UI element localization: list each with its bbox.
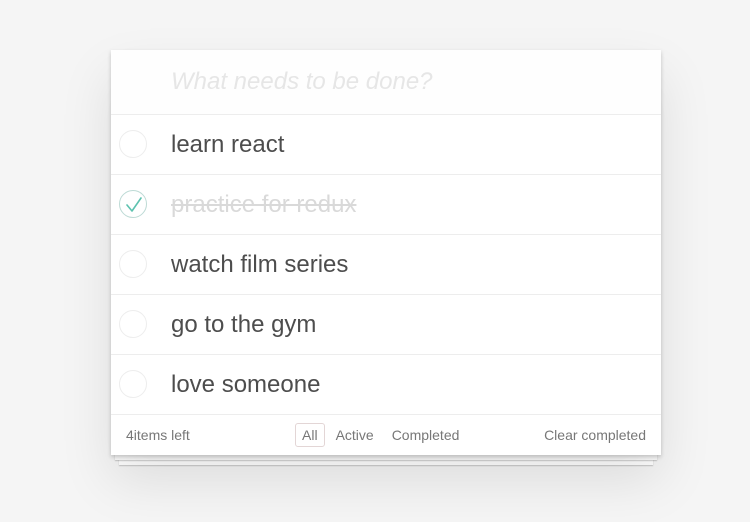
- todo-label[interactable]: love someone: [171, 371, 320, 399]
- clear-completed-button[interactable]: Clear completed: [544, 427, 646, 443]
- todo-label[interactable]: learn react: [171, 131, 284, 159]
- todo-label[interactable]: watch film series: [171, 251, 348, 279]
- todo-item: love someone: [111, 355, 661, 415]
- toggle-checkbox-icon[interactable]: [119, 250, 147, 278]
- todo-footer: 4items left All Active Completed Clear c…: [111, 415, 661, 455]
- checkmark-circle-icon[interactable]: [119, 190, 147, 218]
- todo-app: learn react practice for redux watch fil…: [111, 50, 661, 465]
- items-left-count: 4items left: [126, 427, 190, 443]
- todo-item: watch film series: [111, 235, 661, 295]
- todo-label[interactable]: go to the gym: [171, 311, 316, 339]
- filter-completed[interactable]: Completed: [385, 423, 467, 447]
- todo-card: learn react practice for redux watch fil…: [111, 50, 661, 455]
- toggle-checkbox-icon[interactable]: [119, 310, 147, 338]
- todo-item: learn react: [111, 115, 661, 175]
- toggle-checkbox-icon[interactable]: [119, 370, 147, 398]
- toggle-checkbox-icon[interactable]: [119, 130, 147, 158]
- new-todo-input[interactable]: [111, 50, 661, 115]
- todo-item: practice for redux: [111, 175, 661, 235]
- todo-label[interactable]: practice for redux: [171, 191, 356, 219]
- checkmark-icon: [126, 197, 142, 212]
- todo-item: go to the gym: [111, 295, 661, 355]
- todo-list: learn react practice for redux watch fil…: [111, 115, 661, 415]
- filter-active[interactable]: Active: [329, 423, 381, 447]
- filter-all[interactable]: All: [295, 423, 325, 447]
- filter-tabs: All Active Completed: [295, 423, 470, 447]
